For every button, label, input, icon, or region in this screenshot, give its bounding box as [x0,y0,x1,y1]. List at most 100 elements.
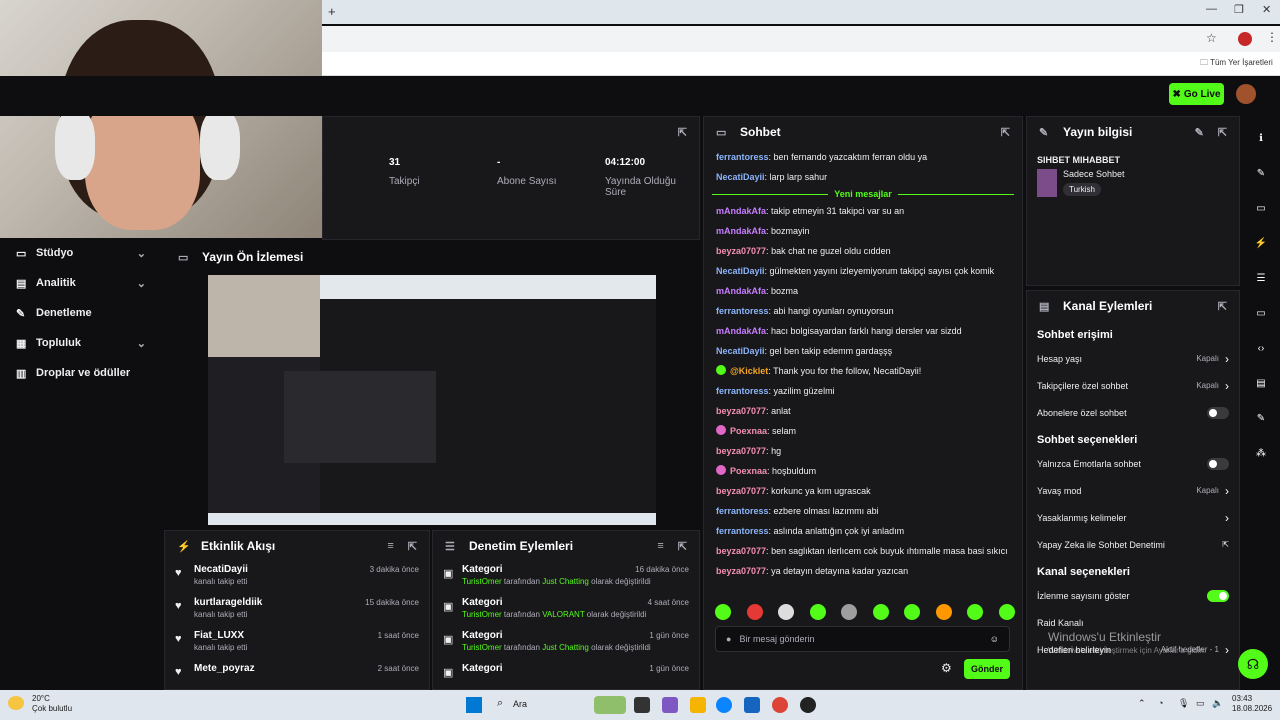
chat-username[interactable]: Poexnaa [730,426,767,436]
setting-row[interactable]: Yalnızca Emotlarla sohbet [1027,450,1239,477]
chat-username[interactable]: ferrantoress [716,526,769,536]
tray-chevron-icon[interactable]: ⌃ [1138,698,1146,709]
chat-username[interactable]: mAndakAfa [716,286,766,296]
maximize-button[interactable]: ❐ [1234,3,1244,16]
nodes-icon[interactable]: ⁂ [1249,441,1273,465]
setting-row[interactable]: Yasaklanmış kelimeler › [1027,504,1239,531]
chat-username[interactable]: ferrantoress [716,306,769,316]
sidebar-item-studio[interactable]: ▭ Stüdyo ⌄ [0,238,162,268]
sidebar-item-moderation[interactable]: ✎ Denetleme [0,298,162,328]
filter-icon[interactable]: ≡ [657,540,663,553]
emote-icon[interactable] [935,604,952,620]
chat-username[interactable]: NecatiDayii [716,266,765,276]
setting-row[interactable]: Yavaş mod Kapalı › [1027,477,1239,504]
chat-settings-gear-icon[interactable]: ⚙ [941,661,952,675]
copilot-icon[interactable] [662,697,678,713]
bolt-icon[interactable]: ⚡ [1249,231,1273,255]
popout-icon[interactable]: ⇱ [678,126,687,139]
list-icon[interactable]: ☰ [1249,266,1273,290]
close-window-button[interactable]: ✕ [1262,3,1271,16]
send-button[interactable]: Gönder [964,659,1010,679]
setting-row[interactable]: Hesap yaşı Kapalı › [1027,345,1239,372]
chat-username[interactable]: beyza07077 [716,446,766,456]
new-tab-button[interactable]: + [328,4,336,19]
chat-username[interactable]: NecatiDayii [716,172,765,182]
bookmark-star-icon[interactable]: ☆ [1206,31,1217,45]
wrench-icon[interactable]: ✎ [1249,406,1273,430]
windows-start-icon[interactable] [466,697,482,713]
sidebar-item-analytics[interactable]: ▤ Analitik ⌄ [0,268,162,298]
chat-username[interactable]: ferrantoress [716,386,769,396]
emote-icon[interactable] [967,604,984,620]
minimize-button[interactable]: — [1206,3,1217,15]
pencil-icon[interactable]: ✎ [1249,161,1273,185]
popout-icon[interactable]: ⇱ [678,540,687,553]
emote-icon[interactable] [841,604,858,620]
chat-username[interactable]: ferrantoress [716,506,769,516]
chat-username[interactable]: @Kicklet [730,366,768,376]
chrome-icon[interactable] [772,697,788,713]
mic-icon[interactable]: 🎙 [1178,698,1189,709]
chat-username[interactable]: mAndakAfa [716,326,766,336]
chat-username[interactable]: mAndakAfa [716,206,766,216]
stream-preview-video[interactable] [208,275,656,525]
emote-icon[interactable] [904,604,921,620]
clock-time[interactable]: 03:43 [1232,694,1252,703]
popout-icon[interactable]: ⇱ [408,540,417,553]
toggle-switch[interactable] [1207,589,1229,602]
setting-row[interactable]: Takipçilere özel sohbet Kapalı › [1027,372,1239,399]
chat-input[interactable]: ● Bir mesaj gönderin ☺ [715,626,1010,652]
go-live-button[interactable]: ✖ Go Live [1169,83,1224,105]
chat-icon[interactable]: ▭ [1249,301,1273,325]
filter-icon[interactable]: ≡ [387,540,393,553]
clock-date[interactable]: 18.08.2026 [1232,704,1272,713]
all-bookmarks-link[interactable]: 🗀 Tüm Yer İşaretleri [1200,57,1273,71]
chat-username[interactable]: ferrantoress [716,152,769,162]
task-view-icon[interactable] [634,697,650,713]
chat-username[interactable]: beyza07077 [716,486,766,496]
emote-icon[interactable] [715,604,731,620]
obs-icon[interactable] [800,697,816,713]
code-icon[interactable]: ‹› [1249,336,1273,360]
emote-icon[interactable] [998,604,1015,620]
emote-icon[interactable] [778,604,795,620]
network-icon[interactable]: ◔ [1158,698,1163,708]
address-bar[interactable]: ☆ ⋮ [322,26,1280,52]
chat-username[interactable]: beyza07077 [716,246,766,256]
edit-icon[interactable]: ✎ [1195,126,1204,139]
toggle-switch[interactable] [1207,406,1229,419]
preview-icon[interactable]: ▭ [1249,196,1273,220]
chat-username[interactable]: NecatiDayii [716,346,765,356]
popout-icon[interactable]: ⇱ [1001,126,1010,139]
toggle-switch[interactable] [1207,457,1229,470]
sidebar-item-drops[interactable]: ▥ Droplar ve ödüller [0,358,162,388]
emote-icon[interactable] [872,604,889,620]
sidebar-item-community[interactable]: ▦ Topluluk ⌄ [0,328,162,358]
user-avatar[interactable] [1236,84,1256,104]
volume-icon[interactable]: 🔈 [1212,698,1223,709]
help-button[interactable]: ☊ [1238,649,1268,679]
display-icon[interactable]: ▭ [1196,698,1205,709]
chat-username[interactable]: mAndakAfa [716,226,766,236]
popout-icon[interactable]: ⇱ [1218,126,1227,139]
setting-row[interactable]: Yapay Zeka ile Sohbet Denetimi ⇱ [1027,531,1239,558]
emoji-icon[interactable]: ☺ [990,634,999,644]
browser-menu-icon[interactable]: ⋮ [1266,30,1278,44]
channel-icon[interactable]: ▤ [1249,371,1273,395]
chat-username[interactable]: Poexnaa [730,466,767,476]
edge-icon[interactable] [716,697,732,713]
setting-row[interactable]: Abonelere özel sohbet [1027,399,1239,426]
chat-username[interactable]: beyza07077 [716,566,766,576]
search-icon[interactable]: ⌕ [497,697,503,710]
popout-icon[interactable]: ⇱ [1218,300,1227,313]
chat-username[interactable]: beyza07077 [716,406,766,416]
emote-icon[interactable] [809,604,826,620]
profile-icon[interactable] [1238,32,1252,46]
info-icon[interactable]: ℹ [1249,126,1273,150]
emote-icon[interactable] [746,604,763,620]
taskbar-search[interactable]: Ara [513,699,527,709]
store-icon[interactable] [744,697,760,713]
file-explorer-icon[interactable] [690,697,706,713]
chat-username[interactable]: beyza07077 [716,546,766,556]
setting-row[interactable]: İzlenme sayısını göster [1027,582,1239,609]
